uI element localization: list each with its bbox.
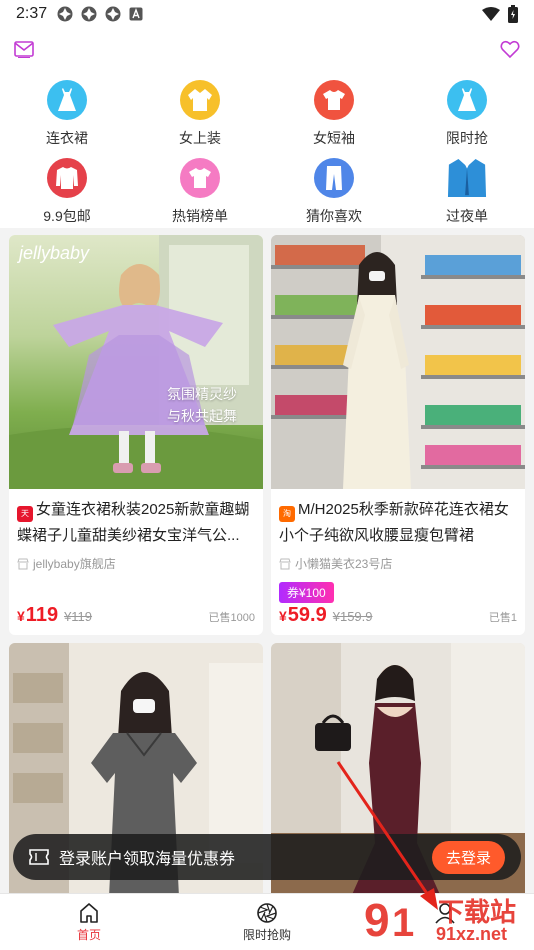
category-label: 9.9包邮: [43, 208, 91, 224]
product-title-text: 女童连衣裙秋装2025新款童趣蝴蝶裙子儿童甜美纱裙女宝洋气公...: [17, 501, 250, 544]
tab-label: 首页: [76, 928, 101, 942]
category-label: 过夜单: [446, 208, 488, 224]
dress-icon: [47, 80, 87, 120]
sweater-icon: [47, 158, 87, 198]
shop-name: jellybaby旗舰店: [9, 551, 263, 572]
price-row: ¥59.9 ¥159.9 已售1: [279, 604, 517, 627]
category-label: 猜你喜欢: [306, 208, 362, 224]
top-bar: [0, 28, 534, 74]
status-bar: 2:37: [0, 0, 534, 28]
user-icon: [435, 903, 455, 924]
battery-icon: [508, 5, 518, 23]
shop-name-text: jellybaby旗舰店: [33, 557, 116, 571]
target-icon: [105, 6, 121, 22]
current-price: ¥59.9: [279, 604, 327, 627]
shop-icon: [17, 558, 29, 569]
original-price: ¥119: [64, 609, 93, 624]
sold-count: 已售1: [488, 612, 517, 624]
product-title: 天女童连衣裙秋装2025新款童趣蝴蝶裙子儿童甜美纱裙女宝洋气公...: [9, 489, 263, 551]
status-time: 2:37: [16, 5, 48, 22]
tab-label: 限时抢购: [242, 928, 291, 942]
tab-flash-sale[interactable]: 限时抢购: [222, 902, 312, 943]
ticket-icon: [29, 849, 49, 865]
home-icon: [80, 903, 98, 923]
blouse-icon: [180, 80, 220, 120]
login-button[interactable]: 去登录: [431, 840, 505, 874]
tshirt-icon: [180, 158, 220, 198]
taobao-badge-icon: 淘: [279, 506, 295, 522]
shop-name-text: 小懒猫美衣23号店: [295, 557, 393, 571]
tab-profile[interactable]: [400, 902, 490, 926]
mail-icon[interactable]: [14, 40, 34, 58]
product-image: jellybaby 氛围精灵纱 与秋共起舞: [9, 235, 263, 489]
price-value: 119: [25, 604, 59, 626]
product-image: [271, 235, 525, 489]
tmall-badge-icon: 天: [17, 506, 33, 522]
coupon-badge[interactable]: 券¥100: [279, 582, 334, 603]
category-label: 女上装: [179, 130, 221, 146]
wifi-icon: [482, 7, 500, 21]
shop-icon: [279, 558, 291, 569]
dress-icon: [447, 80, 487, 120]
product-title: 淘 M/H2025秋季新款碎花连衣裙女小个子纯欲风收腰显瘦包臂裙: [271, 489, 525, 551]
tab-home[interactable]: 首页: [44, 902, 134, 943]
product-card[interactable]: jellybaby 氛围精灵纱 与秋共起舞 天女童连衣裙秋装2025新款童趣蝴蝶…: [9, 235, 263, 635]
category-best-sellers[interactable]: 热销榜单: [145, 158, 255, 226]
heart-icon[interactable]: [500, 39, 520, 59]
suit-icon: [447, 158, 487, 198]
target-icon: [57, 6, 73, 22]
category-flash-sale[interactable]: 限时抢: [412, 80, 522, 148]
price-value: 59.9: [287, 604, 327, 626]
category-label: 女短袖: [313, 130, 355, 146]
brand-overlay-text: jellybaby: [19, 243, 90, 263]
category-free-shipping[interactable]: 9.9包邮: [12, 158, 122, 226]
category-recommended[interactable]: 猜你喜欢: [279, 158, 389, 226]
category-label: 热销榜单: [172, 208, 228, 224]
app-screen: 2:37 连衣裙 女上装 女短袖 限时抢 9.9包邮 热销榜单 猜你喜欢 过夜单…: [0, 0, 534, 950]
category-tops[interactable]: 女上装: [145, 80, 255, 148]
toast-text: 登录账户领取海量优惠券: [59, 851, 236, 868]
currency-symbol: ¥: [17, 608, 25, 624]
overlay-line: 与秋共起舞: [167, 408, 237, 424]
category-overnight[interactable]: 过夜单: [412, 158, 522, 226]
tshirt-icon: [314, 80, 354, 120]
category-dresses[interactable]: 连衣裙: [12, 80, 122, 148]
bottom-tab-bar: 首页 限时抢购: [0, 893, 534, 950]
currency-symbol: ¥: [279, 608, 287, 624]
overlay-caption: 氛围精灵纱 与秋共起舞: [167, 383, 237, 427]
category-label: 限时抢: [446, 130, 488, 146]
aperture-icon: [257, 903, 277, 923]
current-price: ¥119: [17, 604, 58, 627]
original-price: ¥159.9: [332, 609, 373, 624]
product-card[interactable]: 淘 M/H2025秋季新款碎花连衣裙女小个子纯欲风收腰显瘦包臂裙 小懒猫美衣23号…: [271, 235, 525, 635]
pants-icon: [314, 158, 354, 198]
product-title-text: M/H2025秋季新款碎花连衣裙女小个子纯欲风收腰显瘦包臂裙: [279, 501, 509, 544]
shop-name: 小懒猫美衣23号店: [271, 551, 525, 572]
target-icon: [81, 6, 97, 22]
category-grid: 连衣裙 女上装 女短袖 限时抢 9.9包邮 热销榜单 猜你喜欢 过夜单: [0, 74, 534, 228]
category-label: 连衣裙: [46, 130, 88, 146]
category-short-sleeve[interactable]: 女短袖: [279, 80, 389, 148]
login-toast: 登录账户领取海量优惠券 去登录: [13, 834, 521, 880]
price-row: ¥119 ¥119 已售1000: [17, 604, 255, 627]
sold-count: 已售1000: [208, 612, 255, 624]
overlay-line: 氛围精灵纱: [167, 386, 237, 402]
a-icon: [129, 7, 143, 21]
